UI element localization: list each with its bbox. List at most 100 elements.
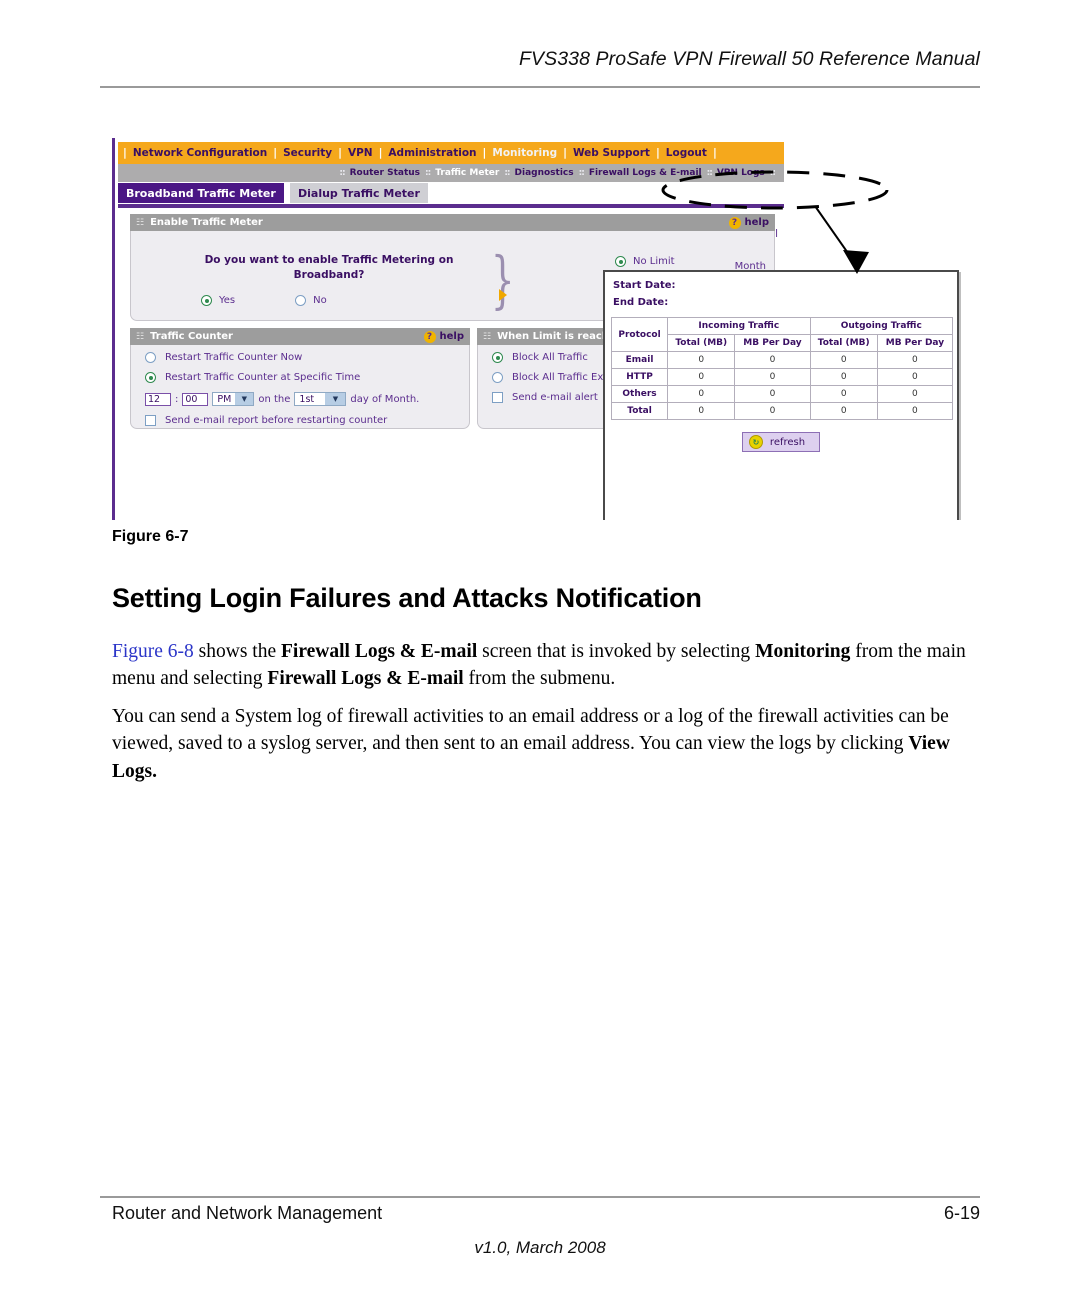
- submenu-item-router-status[interactable]: Router Status: [350, 168, 420, 178]
- p1-text-1: shows the: [193, 640, 281, 662]
- no-limit-label: No Limit: [633, 256, 675, 267]
- submenu-item-diagnostics[interactable]: Diagnostics: [515, 168, 574, 178]
- enable-radio-group: Yes No: [201, 295, 327, 306]
- radio-no-limit[interactable]: No Limit: [615, 256, 675, 267]
- submenu-dots-icon: ::: [578, 168, 585, 178]
- nav-item-logout[interactable]: Logout: [665, 147, 708, 159]
- submenu-dots-icon: ::: [339, 168, 345, 178]
- col-outgoing-per-day: MB Per Day: [876, 334, 954, 352]
- radio-on-icon: [145, 372, 156, 383]
- nav-item-vpn[interactable]: VPN: [347, 147, 374, 159]
- col-protocol: Protocol: [610, 317, 669, 352]
- cell-value: 0: [876, 368, 954, 386]
- nav-separator: |: [563, 147, 567, 159]
- help-label: help: [439, 331, 465, 342]
- help-link[interactable]: ? help: [728, 216, 770, 229]
- meridiem-select[interactable]: PM ▼: [212, 392, 255, 406]
- radio-yes[interactable]: Yes: [201, 295, 235, 306]
- p1-bold-2: Monitoring: [755, 640, 851, 662]
- checkbox-off-icon: [145, 415, 156, 426]
- nav-item-web-support[interactable]: Web Support: [572, 147, 651, 159]
- submenu-dots-icon: ::: [504, 168, 510, 178]
- brace-decoration: }: [490, 243, 515, 316]
- col-incoming-per-day: MB Per Day: [734, 334, 811, 352]
- col-incoming-traffic: Incoming Traffic: [667, 317, 811, 335]
- nav-separator: |: [273, 147, 278, 159]
- cell-value: 0: [734, 385, 811, 403]
- cross-reference-figure-6-8[interactable]: Figure 6-8: [112, 641, 194, 662]
- radio-restart-now[interactable]: Restart Traffic Counter Now: [145, 352, 469, 363]
- cell-value: 0: [809, 402, 878, 420]
- cell-value: 0: [809, 351, 878, 369]
- restart-time-row: 12 : 00 PM ▼ on the 1st ▼ day of Month.: [145, 392, 469, 406]
- end-date-label: End Date:: [613, 296, 669, 308]
- radio-off-icon: [295, 295, 307, 306]
- p1-text-4: from the submenu.: [463, 668, 616, 690]
- panel-title: Traffic Counter: [150, 331, 233, 342]
- day-of-month-label: day of Month.: [350, 393, 420, 405]
- nav-item-administration[interactable]: Administration: [387, 147, 477, 159]
- table-row: Total 0 0 0 0: [610, 402, 954, 420]
- radio-restart-specific-time[interactable]: Restart Traffic Counter at Specific Time: [145, 372, 469, 383]
- row-protocol-total: Total: [610, 402, 669, 420]
- hour-input[interactable]: 12: [145, 392, 171, 406]
- table-row: HTTP 0 0 0 0: [610, 368, 954, 386]
- meridiem-value: PM: [217, 393, 232, 405]
- cell-value: 0: [667, 368, 736, 386]
- panel-title: When Limit is reache: [497, 331, 616, 342]
- callout-arrow-line: [814, 205, 858, 267]
- question-mark-icon: ?: [728, 216, 741, 229]
- radio-no[interactable]: No: [295, 295, 327, 306]
- header-divider: [100, 86, 980, 88]
- submenu-item-vpn-logs[interactable]: VPN Logs: [717, 168, 765, 178]
- paragraph-2: You can send a System log of firewall ac…: [112, 703, 980, 786]
- p1-bold-3: Firewall Logs & E-mail: [267, 668, 464, 690]
- panel-title: Enable Traffic Meter: [150, 217, 263, 228]
- checkbox-email-report[interactable]: Send e-mail report before restarting cou…: [145, 415, 469, 426]
- submenu-dots-icon: ::: [706, 168, 713, 178]
- popup-date-labels: Start Date: End Date:: [605, 272, 957, 313]
- submenu-item-traffic-meter[interactable]: Traffic Meter: [435, 168, 499, 178]
- page-title: Setting Login Failures and Attacks Notif…: [112, 583, 702, 614]
- help-label: help: [744, 217, 770, 228]
- minute-input[interactable]: 00: [182, 392, 209, 406]
- panel-header: ☷ Traffic Counter ? help: [130, 328, 470, 345]
- restart-specific-label: Restart Traffic Counter at Specific Time: [165, 372, 361, 383]
- nav-separator: |: [655, 147, 660, 159]
- row-protocol-others: Others: [610, 385, 669, 403]
- main-nav: | Network Configuration | Security | VPN…: [118, 142, 784, 164]
- cell-value: 0: [667, 351, 736, 369]
- protocol-traffic-table: Protocol Incoming Traffic Outgoing Traff…: [610, 317, 954, 420]
- nav-separator: |: [378, 147, 383, 159]
- email-alert-label: Send e-mail alert: [512, 392, 598, 403]
- on-the-label: on the: [258, 393, 291, 405]
- nav-separator: |: [482, 147, 487, 159]
- submenu-dots-icon: ::: [425, 168, 431, 178]
- nav-item-monitoring[interactable]: Monitoring: [491, 147, 558, 159]
- submenu-item-firewall-logs-email[interactable]: Firewall Logs & E-mail: [589, 168, 702, 178]
- cell-value: 0: [667, 385, 736, 403]
- help-link[interactable]: ? help: [423, 330, 465, 343]
- row-protocol-http: HTTP: [610, 368, 669, 386]
- tab-underline: [118, 204, 784, 208]
- refresh-button[interactable]: ↻ refresh: [741, 432, 821, 452]
- nav-item-security[interactable]: Security: [282, 147, 333, 159]
- day-select[interactable]: 1st ▼: [294, 392, 347, 406]
- panel-body: Restart Traffic Counter Now Restart Traf…: [130, 345, 470, 429]
- cell-value: 0: [809, 385, 878, 403]
- col-outgoing-traffic: Outgoing Traffic: [809, 317, 954, 335]
- checkbox-off-icon: [492, 392, 503, 403]
- grip-icon: ☷: [136, 217, 145, 228]
- nav-separator: |: [338, 147, 342, 159]
- tab-dialup-traffic-meter[interactable]: Dialup Traffic Meter: [290, 183, 428, 203]
- time-colon: :: [175, 393, 179, 405]
- brace-arrow-icon: [499, 289, 507, 301]
- cell-value: 0: [876, 351, 954, 369]
- nav-item-network-configuration[interactable]: Network Configuration: [132, 147, 268, 159]
- p1-bold-1: Firewall Logs & E-mail: [281, 640, 478, 662]
- nav-separator: |: [712, 147, 717, 159]
- cell-value: 0: [876, 385, 954, 403]
- tab-broadband-traffic-meter[interactable]: Broadband Traffic Meter: [118, 183, 284, 203]
- cell-value: 0: [809, 368, 878, 386]
- panel-header: ☷ Enable Traffic Meter ? help: [130, 214, 775, 231]
